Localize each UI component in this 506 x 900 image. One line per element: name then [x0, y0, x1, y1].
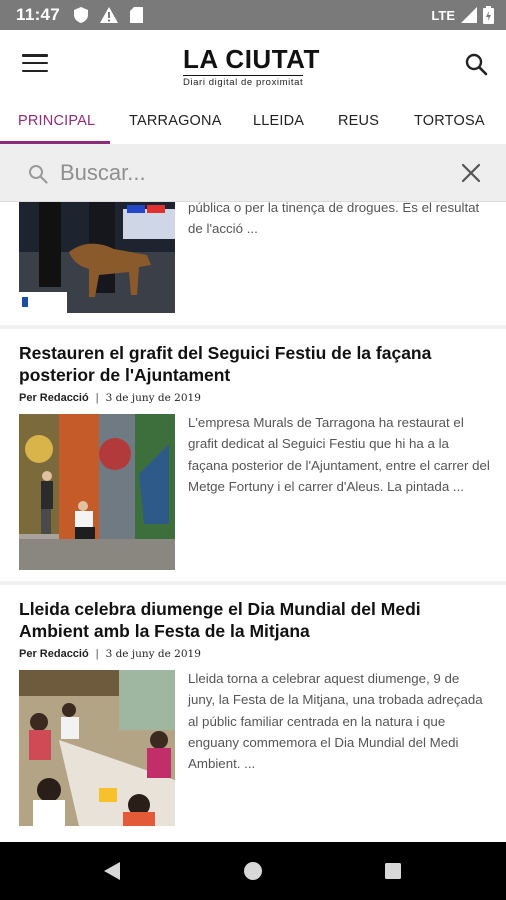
article-author: Per Redacció [19, 392, 89, 404]
sd-card-icon [130, 7, 144, 23]
article-date: 3 de juny de 2019 [105, 392, 201, 404]
article-meta: Per Redacció | 3 de juny de 2019 [19, 648, 201, 660]
logo-title: LA CIUTAT [183, 44, 320, 74]
tab-reus[interactable]: REUS [338, 98, 379, 144]
app-header: LA CIUTAT Diari digital de proximitat [0, 30, 506, 98]
article-card[interactable]: Lleida celebra diumenge el Dia Mundial d… [0, 585, 506, 842]
system-status: LTE [431, 6, 494, 24]
recents-icon[interactable] [384, 862, 402, 880]
search-input[interactable] [60, 156, 440, 190]
status-time: 11:47 [16, 5, 61, 24]
back-icon[interactable] [102, 861, 122, 881]
status-bar: 11:47 LTE [0, 0, 506, 30]
article-thumbnail-festival[interactable] [19, 670, 175, 826]
menu-icon[interactable] [22, 52, 48, 74]
tab-lleida[interactable]: LLEIDA [253, 98, 304, 144]
meta-separator: | [95, 648, 99, 660]
article-excerpt: L'empresa Murals de Tarragona ha restaur… [188, 415, 490, 494]
article-title[interactable]: Lleida celebra diumenge el Dia Mundial d… [19, 598, 489, 642]
logo-subtitle: Diari digital de proximitat [183, 75, 304, 88]
article-excerpt: pública o per la tinença de drogues. És … [188, 202, 480, 237]
article-thumbnail-mural[interactable] [19, 414, 175, 570]
article-date: 3 de juny de 2019 [105, 648, 201, 660]
meta-separator: | [95, 392, 99, 404]
search-bar [0, 144, 506, 202]
article-title[interactable]: Restauren el grafit del Seguici Festiu d… [19, 342, 489, 386]
tab-tortosa[interactable]: TORTOSA [414, 98, 485, 144]
article-author: Per Redacció [19, 648, 89, 660]
article-card[interactable]: Restauren el grafit del Seguici Festiu d… [0, 329, 506, 581]
logo[interactable]: LA CIUTAT Diari digital de proximitat [183, 46, 325, 90]
tab-tarragona[interactable]: TARRAGONA [129, 98, 222, 144]
close-icon[interactable] [460, 162, 482, 184]
system-nav-bar [0, 842, 506, 900]
article-excerpt: Lleida torna a celebrar aquest diumenge,… [188, 671, 483, 772]
article-thumbnail-police-dog[interactable] [19, 202, 175, 313]
article-meta: Per Redacció | 3 de juny de 2019 [19, 392, 201, 404]
network-type: LTE [431, 7, 455, 23]
warning-icon [100, 7, 119, 23]
search-icon [29, 165, 48, 184]
shield-icon [74, 7, 89, 23]
tab-principal[interactable]: PRINCIPAL [18, 98, 95, 144]
section-tabs: PRINCIPAL TARRAGONA LLEIDA REUS TORTOSA [0, 98, 506, 144]
battery-icon [483, 6, 494, 24]
search-icon[interactable] [464, 52, 488, 76]
article-feed[interactable]: pública o per la tinença de drogues. És … [0, 202, 506, 842]
home-icon[interactable] [243, 861, 263, 881]
notification-icons [74, 7, 144, 23]
signal-icon [461, 7, 477, 23]
article-card[interactable]: pública o per la tinença de drogues. És … [0, 202, 506, 325]
